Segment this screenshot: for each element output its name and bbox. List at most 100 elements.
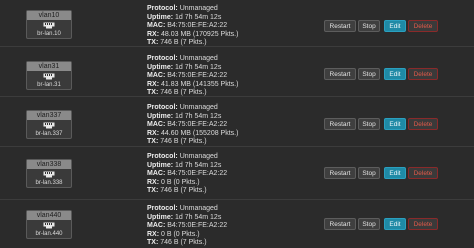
protocol-label: Protocol: (147, 104, 178, 111)
rx-line: RX: 41.83 MB (141355 Pkts.) (147, 81, 238, 90)
interface-name: vlan338 (27, 160, 71, 169)
rx-label: RX: (147, 178, 160, 186)
uptime-line: Uptime: 1d 7h 54m 12s (147, 113, 238, 122)
stop-button[interactable]: Stop (358, 218, 380, 230)
uptime-value: 1d 7h 54m 12s (175, 213, 222, 221)
restart-button[interactable]: Restart (324, 167, 356, 179)
mac-label: MAC: (147, 22, 166, 29)
edit-button[interactable]: Edit (384, 68, 406, 80)
uptime-value: 1d 7h 54m 12s (175, 161, 222, 169)
uptime-value: 1d 7h 54m 12s (175, 13, 222, 21)
protocol-line: Protocol: Unmanaged (147, 104, 238, 113)
delete-button[interactable]: Delete (408, 218, 438, 230)
rx-line: RX: 0 B (0 Pkts.) (147, 231, 227, 240)
interface-row: vlan31 br-lan.31 Protocol: Unmanaged Upt… (0, 46, 474, 97)
protocol-line: Protocol: Unmanaged (147, 153, 227, 162)
rx-value: 41.83 MB (141355 Pkts.) (161, 80, 239, 88)
interface-row: vlan440 br-lan.440 Protocol: Unmanaged U… (0, 199, 474, 248)
mac-label: MAC: (147, 121, 166, 128)
restart-button[interactable]: Restart (324, 218, 356, 230)
protocol-line: Protocol: Unmanaged (147, 55, 238, 64)
tx-label: TX: (147, 187, 159, 194)
ethernet-port-icon (43, 73, 55, 80)
uptime-label: Uptime: (147, 161, 174, 169)
uptime-line: Uptime: 1d 7h 54m 12s (147, 14, 238, 23)
tx-label: TX: (147, 138, 159, 145)
interface-device: br-lan.440 (35, 231, 63, 237)
ethernet-port-icon (43, 171, 55, 178)
interface-badge: vlan337 br-lan.337 (26, 110, 72, 139)
edit-button[interactable]: Edit (384, 218, 406, 230)
delete-button[interactable]: Delete (408, 20, 438, 32)
rx-value: 0 B (0 Pkts.) (161, 230, 200, 238)
interface-badge: vlan10 br-lan.10 (26, 10, 72, 39)
uptime-label: Uptime: (147, 112, 174, 120)
mac-line: MAC: B4:75:0E:FE:A2:22 (147, 22, 238, 31)
delete-button[interactable]: Delete (408, 167, 438, 179)
rx-label: RX: (147, 30, 160, 38)
interface-status: Protocol: Unmanaged Uptime: 1d 7h 54m 12… (147, 55, 238, 98)
tx-line: TX: 746 B (7 Pkts.) (147, 187, 227, 196)
mac-line: MAC: B4:75:0E:FE:A2:22 (147, 72, 238, 81)
stop-button[interactable]: Stop (358, 68, 380, 80)
tx-value: 746 B (7 Pkts.) (160, 39, 207, 46)
edit-button[interactable]: Edit (384, 118, 406, 130)
mac-value: B4:75:0E:FE:A2:22 (167, 72, 228, 79)
interface-device: br-lan.337 (35, 131, 63, 137)
protocol-label: Protocol: (147, 153, 178, 160)
interface-status: Protocol: Unmanaged Uptime: 1d 7h 54m 12… (147, 5, 238, 48)
protocol-value: Unmanaged (179, 5, 218, 12)
interface-name: vlan440 (27, 211, 71, 220)
tx-value: 746 B (7 Pkts.) (160, 239, 207, 246)
interface-status: Protocol: Unmanaged Uptime: 1d 7h 54m 12… (147, 104, 238, 147)
rx-label: RX: (147, 129, 160, 137)
restart-button[interactable]: Restart (324, 118, 356, 130)
protocol-line: Protocol: Unmanaged (147, 5, 238, 14)
interface-row: vlan10 br-lan.10 Protocol: Unmanaged Upt… (0, 0, 474, 47)
interface-row: vlan337 br-lan.337 Protocol: Unmanaged U… (0, 96, 474, 147)
interface-status: Protocol: Unmanaged Uptime: 1d 7h 54m 12… (147, 205, 227, 248)
mac-value: B4:75:0E:FE:A2:22 (167, 222, 228, 229)
tx-value: 746 B (7 Pkts.) (160, 89, 207, 96)
mac-label: MAC: (147, 222, 166, 229)
uptime-label: Uptime: (147, 213, 174, 221)
tx-value: 746 B (7 Pkts.) (160, 187, 207, 194)
edit-button[interactable]: Edit (384, 167, 406, 179)
interface-name: vlan10 (27, 11, 71, 20)
protocol-value: Unmanaged (179, 104, 218, 111)
protocol-label: Protocol: (147, 5, 178, 12)
ethernet-port-icon (43, 122, 55, 129)
rx-line: RX: 48.03 MB (170925 Pkts.) (147, 31, 238, 40)
stop-button[interactable]: Stop (358, 118, 380, 130)
rx-value: 48.03 MB (170925 Pkts.) (161, 30, 239, 38)
uptime-label: Uptime: (147, 13, 174, 21)
interface-badge: vlan338 br-lan.338 (26, 159, 72, 188)
interface-status: Protocol: Unmanaged Uptime: 1d 7h 54m 12… (147, 153, 227, 196)
restart-button[interactable]: Restart (324, 68, 356, 80)
ethernet-port-icon (43, 22, 55, 29)
mac-value: B4:75:0E:FE:A2:22 (167, 22, 228, 29)
interface-name: vlan337 (27, 111, 71, 120)
edit-button[interactable]: Edit (384, 20, 406, 32)
tx-label: TX: (147, 89, 159, 96)
uptime-line: Uptime: 1d 7h 54m 12s (147, 162, 227, 171)
interface-badge: vlan440 br-lan.440 (26, 210, 72, 239)
protocol-value: Unmanaged (179, 205, 218, 212)
protocol-label: Protocol: (147, 205, 178, 212)
ethernet-port-icon (43, 222, 55, 229)
interface-device: br-lan.10 (37, 31, 61, 37)
stop-button[interactable]: Stop (358, 167, 380, 179)
rx-line: RX: 44.60 MB (155208 Pkts.) (147, 130, 238, 139)
interface-device: br-lan.31 (37, 82, 61, 88)
tx-line: TX: 746 B (7 Pkts.) (147, 239, 227, 248)
restart-button[interactable]: Restart (324, 20, 356, 32)
delete-button[interactable]: Delete (408, 118, 438, 130)
stop-button[interactable]: Stop (358, 20, 380, 32)
tx-value: 746 B (7 Pkts.) (160, 138, 207, 145)
uptime-line: Uptime: 1d 7h 54m 12s (147, 214, 227, 223)
protocol-value: Unmanaged (179, 153, 218, 160)
rx-label: RX: (147, 230, 160, 238)
rx-value: 0 B (0 Pkts.) (161, 178, 200, 186)
delete-button[interactable]: Delete (408, 68, 438, 80)
mac-value: B4:75:0E:FE:A2:22 (167, 170, 228, 177)
